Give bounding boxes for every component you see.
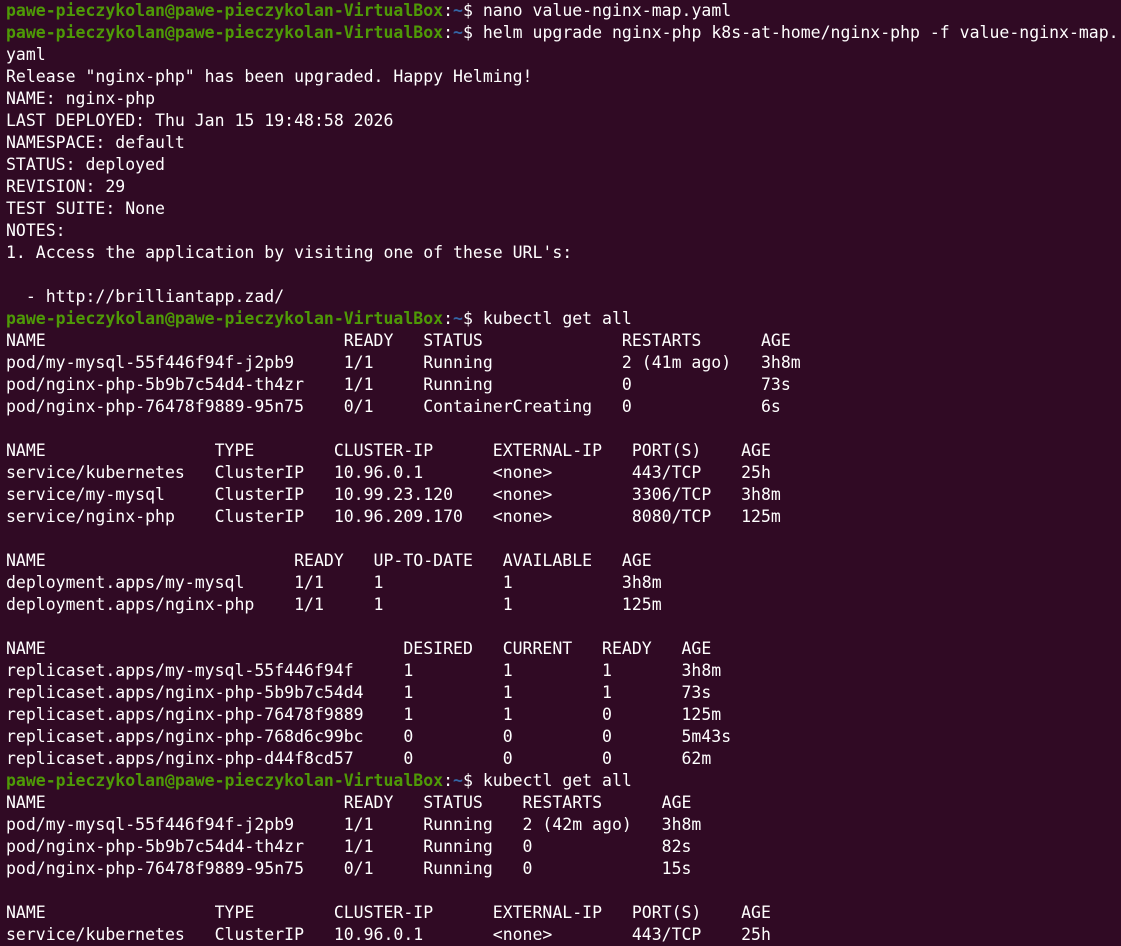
output-line: service/nginx-php ClusterIP 10.96.209.17… (6, 507, 781, 526)
output-line: Release "nginx-php" has been upgraded. H… (6, 67, 533, 86)
prompt-separator: : (443, 771, 454, 790)
output-line: pod/nginx-php-76478f9889-95n75 0/1 Conta… (6, 397, 781, 416)
command-text: helm upgrade nginx-php k8s-at-home/nginx… (482, 23, 1119, 42)
output-line: STATUS: deployed (6, 155, 165, 174)
prompt-path: ~ (453, 1, 463, 20)
prompt-symbol: $ (462, 771, 483, 790)
output-line: NAME: nginx-php (6, 89, 156, 108)
output-line: replicaset.apps/my-mysql-55f446f94f 1 1 … (6, 661, 722, 680)
prompt-user-host: pawe-pieczykolan@pawe-pieczykolan-Virtua… (6, 23, 444, 42)
output-line: pod/my-mysql-55f446f94f-j2pb9 1/1 Runnin… (6, 815, 702, 834)
prompt-separator: : (443, 1, 454, 20)
output-line: pod/nginx-php-5b9b7c54d4-th4zr 1/1 Runni… (6, 375, 791, 394)
prompt-line: pawe-pieczykolan@pawe-pieczykolan-Virtua… (6, 770, 1121, 792)
output-line: NAME DESIRED CURRENT READY AGE (6, 639, 712, 658)
output-line: replicaset.apps/nginx-php-d44f8cd57 0 0 … (6, 749, 712, 768)
prompt-separator: : (443, 309, 454, 328)
output-line: NAME READY UP-TO-DATE AVAILABLE AGE (6, 551, 652, 570)
prompt-symbol: $ (462, 309, 483, 328)
command-text: nano value-nginx-map.yaml (482, 1, 732, 20)
prompt-separator: : (443, 23, 454, 42)
output-line: pod/nginx-php-76478f9889-95n75 0/1 Runni… (6, 859, 692, 878)
output-line: replicaset.apps/nginx-php-768d6c99bc 0 0… (6, 727, 732, 746)
prompt-path: ~ (453, 771, 463, 790)
command-text: kubectl get all (482, 771, 632, 790)
output-line: service/kubernetes ClusterIP 10.96.0.1 <… (6, 463, 771, 482)
output-line: deployment.apps/my-mysql 1/1 1 1 3h8m (6, 573, 662, 592)
output-line: NAME TYPE CLUSTER-IP EXTERNAL-IP PORT(S)… (6, 441, 771, 460)
output-line: TEST SUITE: None (6, 199, 165, 218)
output-line: LAST DEPLOYED: Thu Jan 15 19:48:58 2026 (6, 111, 394, 130)
prompt-user-host: pawe-pieczykolan@pawe-pieczykolan-Virtua… (6, 1, 444, 20)
prompt-symbol: $ (462, 1, 483, 20)
output-line: service/kubernetes ClusterIP 10.96.0.1 <… (6, 925, 771, 944)
output-line: pod/my-mysql-55f446f94f-j2pb9 1/1 Runnin… (6, 353, 801, 372)
output-line: replicaset.apps/nginx-php-76478f9889 1 1… (6, 705, 722, 724)
command-text: kubectl get all (482, 309, 632, 328)
output-line: 1. Access the application by visiting on… (6, 243, 573, 262)
output-line: yaml (6, 45, 46, 64)
terminal-window[interactable]: pawe-pieczykolan@pawe-pieczykolan-Virtua… (0, 0, 1121, 946)
prompt-path: ~ (453, 309, 463, 328)
output-line: NAME TYPE CLUSTER-IP EXTERNAL-IP PORT(S)… (6, 903, 771, 922)
output-line: NAMESPACE: default (6, 133, 185, 152)
prompt-user-host: pawe-pieczykolan@pawe-pieczykolan-Virtua… (6, 771, 444, 790)
output-line: NAME READY STATUS RESTARTS AGE (6, 793, 692, 812)
prompt-path: ~ (453, 23, 463, 42)
output-line: pod/nginx-php-5b9b7c54d4-th4zr 1/1 Runni… (6, 837, 692, 856)
prompt-symbol: $ (462, 23, 483, 42)
output-line: replicaset.apps/nginx-php-5b9b7c54d4 1 1… (6, 683, 712, 702)
prompt-user-host: pawe-pieczykolan@pawe-pieczykolan-Virtua… (6, 309, 444, 328)
output-line: - http://brilliantapp.zad/ (6, 287, 285, 306)
output-line: REVISION: 29 (6, 177, 126, 196)
output-line: deployment.apps/nginx-php 1/1 1 1 125m (6, 595, 662, 614)
output-line: NOTES: (6, 221, 66, 240)
output-line: NAME READY STATUS RESTARTS AGE (6, 331, 791, 350)
prompt-line: pawe-pieczykolan@pawe-pieczykolan-Virtua… (6, 308, 1121, 330)
prompt-line: pawe-pieczykolan@pawe-pieczykolan-Virtua… (6, 22, 1121, 44)
output-line: service/my-mysql ClusterIP 10.99.23.120 … (6, 485, 781, 504)
prompt-line: pawe-pieczykolan@pawe-pieczykolan-Virtua… (6, 0, 1121, 22)
